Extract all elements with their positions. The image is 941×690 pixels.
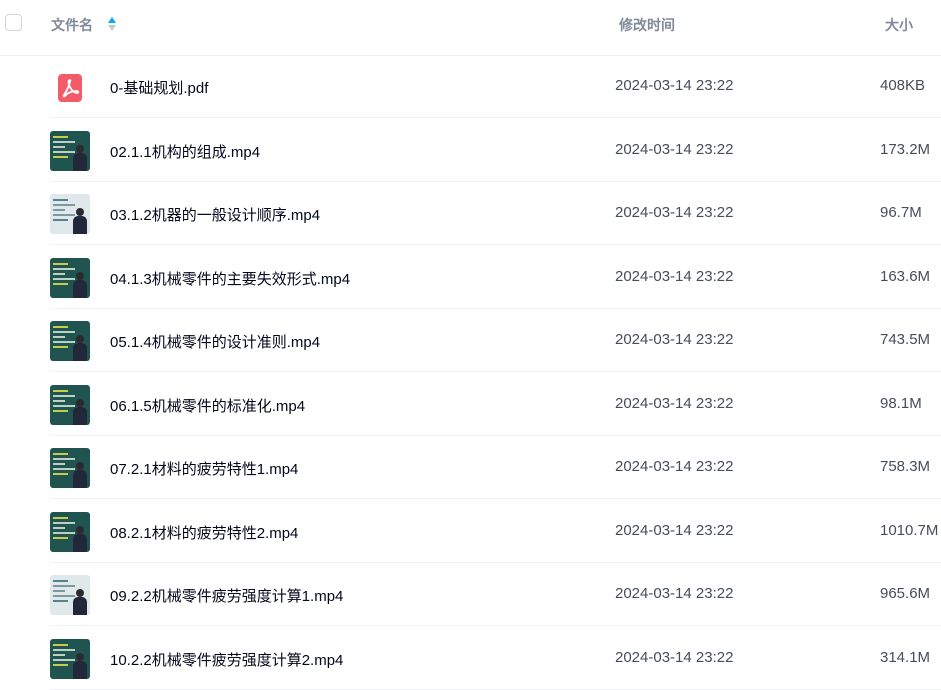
column-header-size[interactable]: 大小 (885, 15, 913, 35)
file-row[interactable]: 07.2.1材料的疲劳特性1.mp4 2024-03-14 23:22 758.3M (0, 436, 941, 499)
file-modified-time: 2024-03-14 23:22 (615, 77, 734, 94)
row-divider (50, 244, 941, 245)
file-size: 96.7M (880, 204, 922, 221)
video-thumbnail (50, 575, 90, 615)
video-thumbnail (50, 194, 90, 234)
column-header-modified-time[interactable]: 修改时间 (619, 15, 675, 35)
file-name[interactable]: 02.1.1机构的组成.mp4 (110, 141, 260, 162)
file-modified-time: 2024-03-14 23:22 (615, 268, 734, 285)
video-thumbnail (50, 131, 90, 171)
file-size: 965.6M (880, 585, 931, 602)
file-row[interactable]: 0-基础规划.pdf 2024-03-14 23:22 408KB (0, 55, 941, 118)
file-name[interactable]: 04.1.3机械零件的主要失效形式.mp4 (110, 268, 350, 289)
file-row[interactable]: 10.2.2机械零件疲劳强度计算2.mp4 2024-03-14 23:22 314… (0, 627, 941, 690)
file-size: 1010.7M (880, 522, 939, 539)
file-name[interactable]: 05.1.4机械零件的设计准则.mp4 (110, 331, 320, 352)
file-list-header: 文件名 修改时间 大小 (0, 0, 941, 56)
file-row[interactable]: 04.1.3机械零件的主要失效形式.mp4 2024-03-14 23:22 163… (0, 246, 941, 309)
video-thumbnail (50, 448, 90, 488)
file-modified-time: 2024-03-14 23:22 (615, 585, 734, 602)
row-divider (50, 498, 941, 499)
file-size: 408KB (880, 77, 926, 94)
video-thumbnail (50, 512, 90, 552)
file-size: 163.6M (880, 268, 931, 285)
file-modified-time: 2024-03-14 23:22 (615, 395, 734, 412)
file-row[interactable]: 03.1.2机器的一般设计顺序.mp4 2024-03-14 23:22 96.7M (0, 182, 941, 245)
file-name[interactable]: 10.2.2机械零件疲劳强度计算2.mp4 (110, 649, 343, 670)
file-row[interactable]: 06.1.5机械零件的标准化.mp4 2024-03-14 23:22 98.1M (0, 373, 941, 436)
file-size: 173.2M (880, 141, 931, 158)
file-size: 758.3M (880, 458, 931, 475)
file-row[interactable]: 02.1.1机构的组成.mp4 2024-03-14 23:22 173.2M (0, 119, 941, 182)
video-thumbnail (50, 385, 90, 425)
pdf-file-icon (50, 67, 90, 107)
file-modified-time: 2024-03-14 23:22 (615, 522, 734, 539)
file-modified-time: 2024-03-14 23:22 (615, 204, 734, 221)
row-divider (50, 371, 941, 372)
video-thumbnail (50, 258, 90, 298)
file-size: 743.5M (880, 331, 931, 348)
file-row[interactable]: 05.1.4机械零件的设计准则.mp4 2024-03-14 23:22 743.5… (0, 309, 941, 372)
video-thumbnail (50, 639, 90, 679)
file-name[interactable]: 07.2.1材料的疲劳特性1.mp4 (110, 458, 298, 479)
pdf-icon (58, 74, 82, 102)
video-thumbnail (50, 321, 90, 361)
file-name[interactable]: 09.2.2机械零件疲劳强度计算1.mp4 (110, 585, 343, 606)
row-divider (50, 625, 941, 626)
file-row[interactable]: 09.2.2机械零件疲劳强度计算1.mp4 2024-03-14 23:22 965… (0, 563, 941, 626)
file-name[interactable]: 0-基础规划.pdf (110, 77, 208, 98)
file-name[interactable]: 08.2.1材料的疲劳特性2.mp4 (110, 522, 298, 543)
file-size: 314.1M (880, 649, 931, 666)
column-header-name[interactable]: 文件名 (51, 15, 93, 35)
sort-ascending-icon[interactable] (107, 15, 117, 33)
select-all-checkbox[interactable] (5, 14, 22, 31)
file-modified-time: 2024-03-14 23:22 (615, 331, 734, 348)
file-row[interactable]: 08.2.1材料的疲劳特性2.mp4 2024-03-14 23:22 1010.7… (0, 500, 941, 563)
file-modified-time: 2024-03-14 23:22 (615, 458, 734, 475)
file-modified-time: 2024-03-14 23:22 (615, 649, 734, 666)
file-name[interactable]: 06.1.5机械零件的标准化.mp4 (110, 395, 305, 416)
file-size: 98.1M (880, 395, 922, 412)
file-name[interactable]: 03.1.2机器的一般设计顺序.mp4 (110, 204, 320, 225)
file-modified-time: 2024-03-14 23:22 (615, 141, 734, 158)
row-divider (50, 117, 941, 118)
